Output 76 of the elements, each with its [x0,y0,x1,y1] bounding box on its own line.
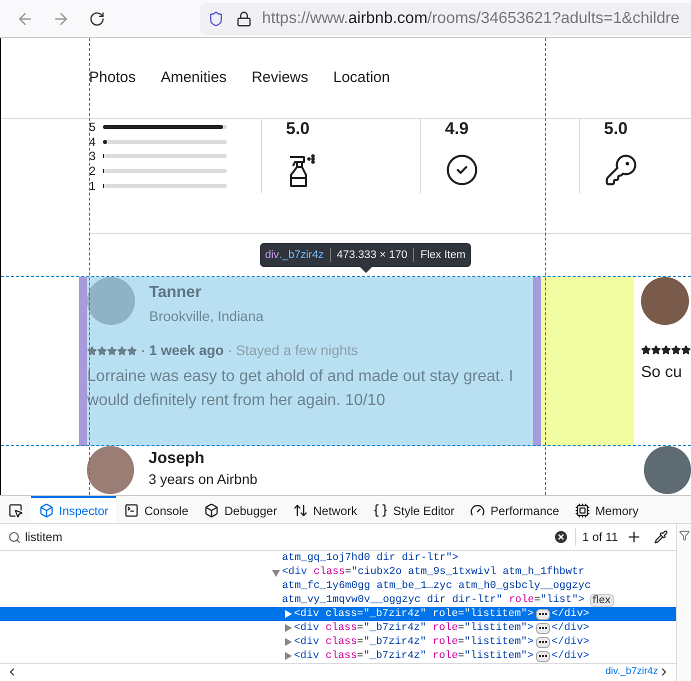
markup-node[interactable]: <div class="_b7zir4z" role="listitem"> </div> [0,621,676,635]
breadcrumb-item[interactable]: div._b7zir4z [605,666,658,678]
tooltip-arrow-icon [360,267,372,273]
rating-label: 3 [89,150,97,162]
filter-icon[interactable] [679,530,690,541]
ellipsis-icon[interactable] [536,650,550,662]
avatar-photo-placeholder [87,446,134,494]
reviewer-name: Tanner [149,283,202,303]
nav-link[interactable]: Reviews [252,66,308,90]
avatar-photo-placeholder [640,277,689,325]
rating-label: 1 [89,180,97,192]
star-icon [640,345,651,355]
up-down-arrows-icon [293,503,308,518]
address-bar[interactable]: https://www.airbnb.com/rooms/34653621?adults=1&childre [200,2,691,34]
avatar-photo-placeholder [644,446,691,494]
review-date: 1 week ago [149,341,224,360]
star-icon [107,346,118,356]
chip-icon [575,503,590,518]
star-icon [670,345,681,355]
star-icon [97,346,108,356]
nav-link[interactable]: Photos [89,66,136,90]
reviewer-name: Joseph [148,449,206,469]
check-circle-icon [445,153,479,187]
expanded-triangle-icon[interactable] [272,570,280,577]
review-text: Lorraine was easy to get ahold of and made out stay great. I would definitely rent from her again. 10/10 [87,367,514,411]
eyedropper-icon[interactable] [654,530,668,544]
braces-icon [373,503,388,518]
rating-label: 2 [89,165,97,178]
markup-line: atm_gq_1oj7hd0 dir dir-ltr"> [281,551,460,565]
avatar-photo-placeholder [87,277,136,325]
stay-length: Stayed a few nights [236,341,358,360]
reviewer-tenure: 3 years on Airbnb [148,470,258,488]
search-field[interactable]: listitem 1 of 11 [0,524,676,551]
review-text: So cu [640,363,683,383]
dot-separator-icon [142,350,144,352]
markup-node[interactable]: <div class="_b7zir4z" role="listitem"> </div> [0,607,676,621]
star-icon [650,345,661,355]
lock-icon [236,10,252,26]
gauge-icon [470,503,486,518]
clear-icon[interactable] [553,529,570,545]
markup-node[interactable]: <div class="_b7zir4z" role="listitem"> </div> [0,649,676,663]
devtools-tab[interactable]: Console [116,496,196,523]
reviewer-location: Brookville, Indiana [149,307,264,326]
rating-label: 4 [89,136,97,148]
star-icon [660,345,671,355]
category-score: 5.0 [604,120,629,137]
star-icon [117,346,128,356]
element-picker-icon [8,503,23,518]
category-score: 5.0 [286,120,311,137]
markup-node[interactable]: <div class="_b7zir4z" role="listitem"> </div> [0,635,676,649]
nav-link[interactable]: Location [333,66,390,90]
add-icon[interactable] [626,529,642,545]
devtools-tab[interactable]: Memory [567,496,647,523]
ellipsis-icon[interactable] [536,622,550,634]
devtools-tab[interactable]: Performance [462,496,568,523]
ellipsis-icon[interactable] [536,608,550,620]
dot-separator-icon [228,350,231,352]
inspector-icon [39,503,54,518]
star-icon [680,345,691,355]
devtools-tab[interactable]: Style Editor [365,496,462,523]
nav-link[interactable]: Amenities [160,66,227,90]
search-icon [8,530,21,544]
rating-label: 5 [89,121,97,134]
ellipsis-icon[interactable] [536,636,550,648]
category-score: 4.9 [445,120,470,137]
devtools-tab[interactable]: Debugger [196,496,286,523]
shield-icon [208,10,224,26]
url-text: https://www.airbnb.com/rooms/34653621?adults=1&childre [262,8,680,28]
console-icon [124,503,140,518]
star-icon [127,346,138,356]
devtools-tab[interactable]: Inspector [31,496,116,523]
devtools-tab[interactable]: Network [285,496,366,523]
key-icon [604,153,638,187]
star-icon [87,346,98,356]
reload-icon[interactable] [89,10,105,26]
flex-badge[interactable]: flex [590,594,614,606]
